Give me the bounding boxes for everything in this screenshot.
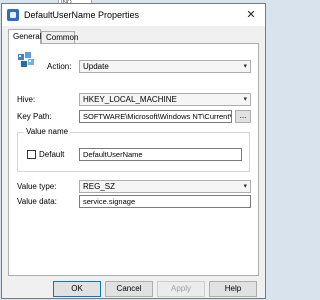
registry-icon — [7, 9, 19, 21]
registry-editor-icon — [18, 52, 34, 67]
value-type-value: REG_SZ — [83, 182, 116, 191]
tab-common[interactable]: Common — [41, 31, 78, 43]
chevron-down-icon: ▾ — [243, 183, 247, 190]
value-name-group-label: Value name — [24, 127, 71, 137]
value-data-field[interactable]: service.signage — [79, 195, 251, 208]
value-name-field[interactable]: DefaultUserName — [79, 148, 242, 161]
apply-button: Apply — [157, 281, 205, 297]
title-bar: DefaultUserName Properties ✕ — [2, 4, 265, 26]
window-title: DefaultUserName Properties — [24, 10, 140, 20]
chevron-down-icon: ▾ — [243, 96, 247, 103]
general-panel: Action: Update ▾ Hive: HKEY_LOCAL_MACHIN… — [8, 43, 259, 276]
hive-dropdown[interactable]: HKEY_LOCAL_MACHINE ▾ — [79, 93, 251, 106]
value-type-label: Value type: — [17, 182, 57, 191]
chevron-down-icon: ▾ — [243, 63, 247, 70]
action-dropdown[interactable]: Update ▾ — [79, 60, 251, 73]
key-path-field[interactable]: SOFTWARE\Microsoft\Windows NT\CurrentVer — [79, 110, 232, 123]
browse-button[interactable]: ... — [235, 110, 251, 123]
value-data-label: Value data: — [17, 197, 57, 206]
cancel-button[interactable]: Cancel — [105, 281, 153, 297]
ok-button[interactable]: OK — [53, 281, 101, 297]
action-label: Action: — [47, 62, 72, 71]
default-checkbox[interactable] — [27, 150, 36, 159]
hive-value: HKEY_LOCAL_MACHINE — [83, 95, 177, 104]
properties-dialog: DefaultUserName Properties ✕ General Com… — [1, 3, 266, 299]
close-icon[interactable]: ✕ — [243, 7, 259, 23]
hive-label: Hive: — [17, 95, 36, 104]
tab-general[interactable]: General — [8, 29, 41, 44]
action-value: Update — [83, 62, 109, 71]
default-label: Default — [39, 150, 65, 159]
value-type-dropdown[interactable]: REG_SZ ▾ — [79, 180, 251, 193]
help-button[interactable]: Help — [209, 281, 257, 297]
value-name-group: Value name Default DefaultUserName — [17, 127, 250, 172]
key-path-label: Key Path: — [17, 112, 52, 121]
